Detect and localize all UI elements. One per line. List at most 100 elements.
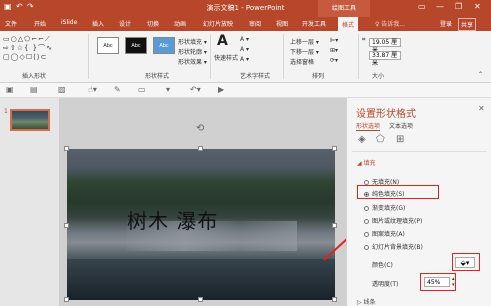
resize-handle[interactable] — [198, 146, 203, 151]
minimize-icon[interactable]: — — [436, 2, 444, 11]
selection-pane-button[interactable]: 选择窗格 — [290, 57, 314, 66]
tab-text-options[interactable]: 文本选项 — [389, 121, 413, 130]
close-window-icon[interactable]: ✕ — [474, 2, 481, 11]
format-pane-title: 设置形状格式 — [356, 109, 416, 120]
tab-slideshow[interactable]: 幻灯片放映 — [203, 19, 233, 28]
ribbon: ▭○△⬠⌐⌐⟋ ⇨⇧☆{ }⌒∿ ▢◯◇☐⟨⟩⊂ 插入形状 Abc Abc Abc … — [0, 31, 491, 83]
collapse-ribbon-icon[interactable]: ⌃ — [478, 71, 483, 78]
group-label-size: 大小 — [372, 73, 385, 80]
group-icon[interactable]: ⊞▾ — [330, 47, 338, 54]
tell-me-search[interactable]: ♀ 告诉我... — [375, 19, 405, 28]
resize-handle[interactable] — [64, 297, 69, 302]
title-bar: ▣ ↶ ↷ 演示文稿1 - PowerPoint 绘图工具 ▭ — ❐ ✕ — [0, 0, 491, 17]
slide-title-text[interactable]: 树木 瀑布 — [127, 205, 218, 234]
resize-handle[interactable] — [64, 146, 69, 151]
style-swatch-white[interactable]: Abc — [97, 37, 119, 54]
highlight-solid-fill — [357, 185, 439, 199]
clipboard-icon[interactable]: ▤ — [30, 85, 38, 94]
tab-file[interactable]: 文件 — [5, 19, 17, 28]
group-label-arrange: 排列 — [312, 73, 325, 80]
tab-islide[interactable]: iSlide — [61, 19, 77, 26]
save-icon[interactable]: ▣ — [6, 85, 14, 94]
ribbon-tabs: 文件 开始 iSlide 插入 设计 切换 动画 幻灯片放映 审阅 视图 开发工… — [0, 17, 491, 31]
align-icon[interactable]: ⊫▾ — [330, 37, 338, 44]
quick-styles-button[interactable]: 快速样式 — [214, 53, 238, 62]
context-tab-drawing-tools: 绘图工具 — [318, 0, 370, 17]
radio-label: 图案填充(A) — [372, 231, 405, 238]
text-effects-icon[interactable]: A ▾ — [240, 56, 249, 63]
resize-handle[interactable] — [332, 146, 337, 151]
radio-slide-background-fill[interactable]: 幻灯片背景填充(B) — [364, 242, 423, 251]
height-input[interactable]: 19.05 厘米 — [369, 38, 401, 54]
width-input[interactable]: 33.87 厘米 — [369, 51, 401, 67]
group-label-shape-styles: 形状样式 — [145, 73, 170, 80]
tab-developer[interactable]: 开发工具 — [302, 19, 326, 28]
tab-shape-options[interactable]: 形状选项 — [356, 121, 381, 131]
highlight-transparency — [420, 273, 456, 291]
transparency-label: 透明度(T) — [372, 281, 399, 288]
effects-icon[interactable]: ⬠ — [376, 134, 385, 145]
slide-thumbnails-pane: 1 — [0, 98, 60, 306]
group-separator — [88, 34, 89, 79]
fill-section-header[interactable]: ◢ 填充 — [357, 158, 376, 167]
radio-dot[interactable] — [364, 245, 369, 250]
pane-divider — [352, 151, 487, 152]
slide-number: 1 — [4, 108, 8, 115]
rotate-icon[interactable]: ⟳▾ — [330, 57, 338, 64]
tab-design[interactable]: 设计 — [119, 19, 131, 28]
shape-outline-button[interactable]: 形状轮廓 ▾ — [178, 47, 207, 56]
resize-handle[interactable] — [64, 223, 69, 228]
undo-icon[interactable]: ↶▾ — [190, 85, 201, 94]
radio-gradient-fill[interactable]: 渐变填充(G) — [364, 203, 405, 212]
tab-view[interactable]: 视图 — [276, 19, 288, 28]
start-slideshow-icon[interactable]: ▶ — [218, 85, 224, 94]
radio-pattern-fill[interactable]: 图案填充(A) — [364, 229, 405, 238]
touch-mode-icon[interactable]: ☝▾ — [88, 85, 97, 94]
fill-line-icon[interactable]: ◈ — [358, 134, 366, 145]
radio-dot[interactable] — [364, 206, 369, 211]
login-link[interactable]: 登录 — [440, 19, 452, 28]
group-separator — [210, 34, 211, 79]
dropdown-icon[interactable]: ▾ — [166, 85, 170, 94]
style-swatch-black[interactable]: Abc — [125, 37, 147, 54]
style-swatch-blue[interactable]: Abc — [153, 37, 175, 54]
text-fill-icon[interactable]: A ▾ — [240, 36, 249, 43]
rotate-handle-icon[interactable]: ⟲ — [196, 123, 204, 134]
shape-fill-button[interactable]: 形状填充 ▾ — [178, 37, 207, 46]
text-box-icon[interactable]: ▭ — [138, 85, 146, 94]
shape-effects-button[interactable]: 形状效果 ▾ — [178, 57, 207, 66]
color-label: 颜色(C) — [372, 262, 393, 269]
share-button[interactable]: 共享 — [458, 18, 477, 31]
size-properties-icon[interactable]: ⊞ — [396, 134, 404, 145]
tab-review[interactable]: 审阅 — [249, 19, 261, 28]
group-label-wordart: 艺术字样式 — [240, 73, 271, 80]
radio-label: 图片或纹理填充(P) — [372, 218, 423, 225]
radio-picture-fill[interactable]: 图片或纹理填充(P) — [364, 216, 422, 225]
tab-format[interactable]: 格式 — [338, 17, 359, 31]
line-section-header[interactable]: ▷ 线条 — [357, 297, 376, 306]
send-backward-button[interactable]: 下移一层 ▾ — [290, 47, 319, 56]
picture-icon[interactable]: ▨ — [58, 85, 66, 94]
quick-styles-icon[interactable]: A — [217, 33, 228, 49]
radio-label: 幻灯片背景填充(B) — [372, 244, 423, 251]
group-label-insert-shapes: 插入形状 — [22, 73, 47, 80]
tab-home[interactable]: 开始 — [34, 19, 46, 28]
text-outline-icon[interactable]: A ▾ — [240, 46, 249, 53]
restore-icon[interactable]: ❐ — [455, 2, 462, 11]
tab-insert[interactable]: 插入 — [92, 19, 104, 28]
crop-icon[interactable]: ⌗ — [362, 36, 365, 44]
close-pane-icon[interactable]: ✕ — [478, 104, 485, 113]
bring-forward-button[interactable]: 上移一层 ▾ — [290, 37, 319, 46]
radio-dot[interactable] — [364, 219, 369, 224]
group-separator — [283, 34, 284, 79]
shapes-gallery[interactable]: ▭○△⬠⌐⌐⟋ ⇨⇧☆{ }⌒∿ ▢◯◇☐⟨⟩⊂ — [3, 35, 65, 65]
tab-transitions[interactable]: 切换 — [147, 19, 159, 28]
radio-dot[interactable] — [364, 232, 369, 237]
ribbon-options-icon[interactable]: ▭ — [418, 2, 426, 11]
tab-animations[interactable]: 动画 — [174, 19, 186, 28]
custom-toolbar: ▣ ▤ ▨ ☝▾ ✎ ▭ ▾ ↶▾ ▶ — [0, 83, 491, 98]
resize-handle[interactable] — [198, 297, 203, 302]
group-separator — [358, 34, 359, 79]
format-painter-icon[interactable]: ✎ — [114, 85, 121, 94]
slide-thumbnail[interactable] — [10, 109, 50, 131]
